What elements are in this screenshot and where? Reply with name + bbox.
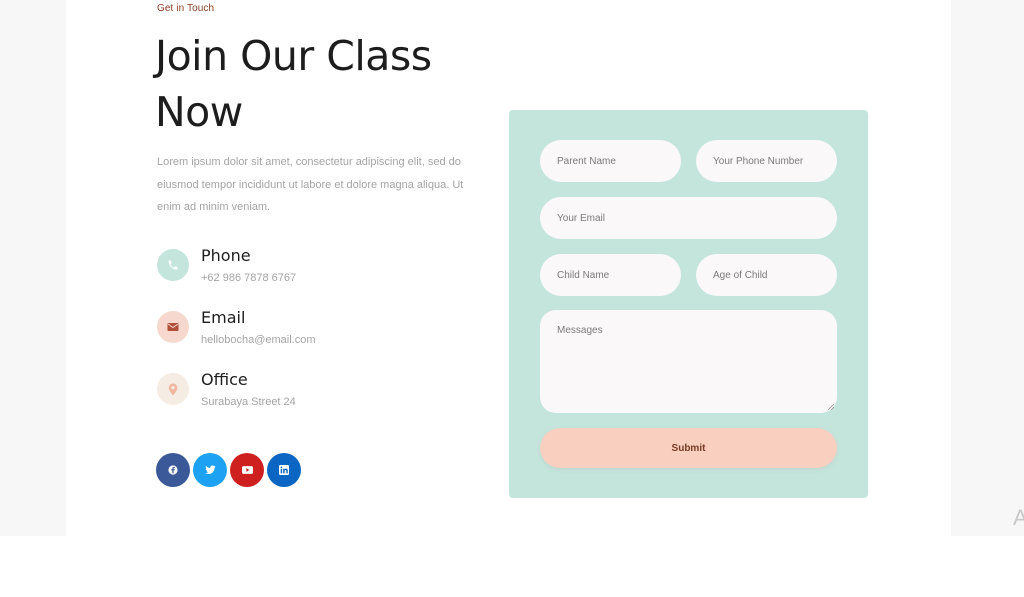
location-pin-icon	[157, 373, 189, 405]
phone-icon	[157, 249, 189, 281]
contact-title: Office	[201, 370, 248, 389]
right-gutter: A	[951, 0, 1024, 536]
contact-section: Get in Touch Join Our Class Now Lorem ip…	[66, 0, 951, 536]
twitter-link[interactable]	[193, 453, 227, 487]
page: A Get in Touch Join Our Class Now Lorem …	[0, 0, 1024, 597]
contact-item-office: Office Surabaya Street 24	[157, 370, 427, 425]
resize-grip-icon[interactable]	[828, 404, 834, 410]
envelope-icon	[157, 311, 189, 343]
contact-item-email: Email hellobocha@email.com	[157, 308, 427, 363]
email-input[interactable]: Your Email	[540, 197, 837, 239]
edge-letter: A	[1013, 505, 1024, 530]
child-age-placeholder: Age of Child	[713, 269, 768, 281]
facebook-icon	[168, 465, 178, 475]
child-name-placeholder: Child Name	[557, 269, 610, 281]
contact-item-phone: Phone +62 986 7878 6767	[157, 246, 427, 301]
contact-value: +62 986 7878 6767	[201, 272, 297, 284]
phone-number-input[interactable]: Your Phone Number	[696, 140, 837, 182]
section-title: Join Our Class Now	[155, 32, 432, 136]
left-gutter	[0, 0, 66, 536]
section-description: Lorem ipsum dolor sit amet, consectetur …	[157, 156, 464, 213]
facebook-link[interactable]	[156, 453, 190, 487]
phone-number-placeholder: Your Phone Number	[713, 155, 804, 167]
youtube-link[interactable]	[230, 453, 264, 487]
parent-name-placeholder: Parent Name	[557, 155, 616, 167]
parent-name-input[interactable]: Parent Name	[540, 140, 681, 182]
linkedin-link[interactable]	[267, 453, 301, 487]
linkedin-icon	[279, 465, 289, 475]
enrollment-form: Parent Name Your Phone Number Your Email…	[509, 110, 868, 498]
contact-value: Surabaya Street 24	[201, 396, 296, 408]
contact-title: Email	[201, 308, 246, 327]
youtube-icon	[241, 466, 253, 474]
section-eyebrow: Get in Touch	[157, 3, 215, 14]
contact-title: Phone	[201, 246, 251, 265]
messages-placeholder: Messages	[557, 325, 603, 336]
social-links	[156, 453, 301, 487]
child-age-input[interactable]: Age of Child	[696, 254, 837, 296]
twitter-icon	[204, 465, 216, 474]
child-name-input[interactable]: Child Name	[540, 254, 681, 296]
contact-value: hellobocha@email.com	[201, 334, 316, 346]
submit-button[interactable]: Submit	[540, 428, 837, 468]
email-placeholder: Your Email	[557, 212, 605, 224]
messages-textarea[interactable]: Messages	[540, 310, 837, 413]
bottom-strip	[0, 536, 1024, 597]
